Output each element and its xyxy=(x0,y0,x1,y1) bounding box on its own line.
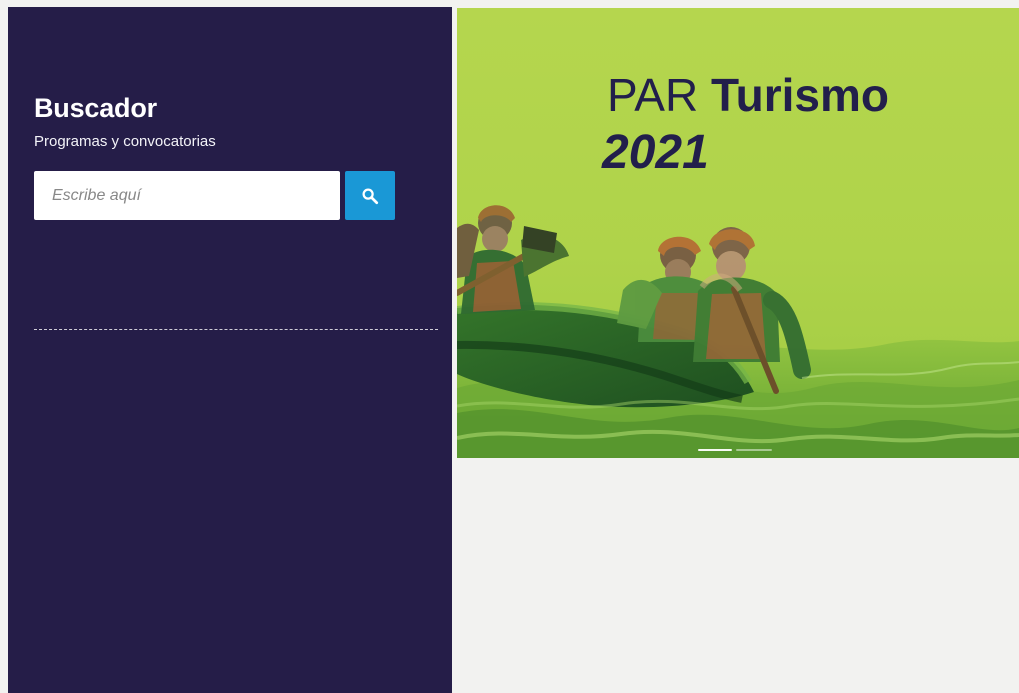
promo-banner[interactable]: PAR Turismo 2021 xyxy=(457,8,1019,458)
carousel-indicator[interactable] xyxy=(698,449,772,453)
banner-title-emphasis: Turismo xyxy=(710,69,890,121)
search-sidebar: Buscador Programas y convocatorias xyxy=(8,7,452,693)
banner-title: PAR Turismo xyxy=(607,72,889,118)
search-subtitle: Programas y convocatorias xyxy=(34,133,216,150)
banner-title-prefix: PAR xyxy=(607,69,699,121)
search-input[interactable] xyxy=(34,171,340,220)
carousel-dot-active[interactable] xyxy=(698,449,732,451)
carousel-dot-inactive[interactable] xyxy=(736,449,772,451)
search-icon xyxy=(362,188,379,204)
search-title: Buscador xyxy=(34,93,157,123)
dashed-divider xyxy=(34,329,438,330)
banner-year: 2021 xyxy=(602,126,709,179)
search-button[interactable] xyxy=(345,171,395,220)
search-form xyxy=(34,171,452,220)
page: Buscador Programas y convocatorias Escri… xyxy=(0,0,1019,693)
